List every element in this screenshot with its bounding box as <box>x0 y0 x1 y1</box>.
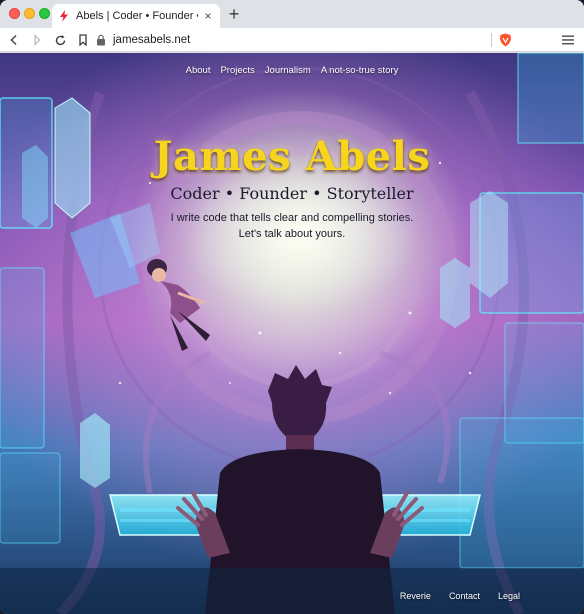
footer-links: Reverie Contact Legal <box>400 591 520 601</box>
address-bar[interactable]: jamesabels.net <box>96 31 526 49</box>
tab-strip: Abels | Coder • Founder • Storyteller × … <box>0 0 584 28</box>
brave-shield-icon <box>499 33 511 47</box>
brave-shield-button[interactable] <box>497 32 513 48</box>
nav-link-not-so-true-story[interactable]: A not-so-true story <box>321 65 399 76</box>
browser-tab[interactable]: Abels | Coder • Founder • Storyteller × <box>52 4 220 28</box>
reload-icon <box>55 34 65 45</box>
footer-link-legal[interactable]: Legal <box>498 591 520 601</box>
hamburger-menu-icon <box>562 35 574 45</box>
url-text: jamesabels.net <box>113 34 191 46</box>
tab-close-icon[interactable]: × <box>202 10 214 22</box>
reload-button[interactable] <box>52 32 68 48</box>
site-nav: About Projects Journalism A not-so-true … <box>0 65 584 76</box>
browser-toolbar: jamesabels.net <box>0 28 584 52</box>
back-button[interactable] <box>6 32 22 48</box>
toolbar-divider <box>491 33 492 47</box>
window-maximize-button[interactable] <box>39 8 50 19</box>
hero-description: I write code that tells clear and compel… <box>170 212 414 240</box>
lightning-favicon-icon <box>60 10 68 22</box>
footer-link-contact[interactable]: Contact <box>449 591 480 601</box>
tab-title: Abels | Coder • Founder • Storyteller <box>76 10 198 22</box>
nav-link-projects[interactable]: Projects <box>220 65 254 76</box>
window-close-button[interactable] <box>9 8 20 19</box>
nav-link-journalism[interactable]: Journalism <box>265 65 311 76</box>
hero-subtitle: Coder • Founder • Storyteller <box>170 184 414 203</box>
footer-link-reverie[interactable]: Reverie <box>400 591 431 601</box>
webpage: About Projects Journalism A not-so-true … <box>0 53 584 614</box>
browser-window: Abels | Coder • Founder • Storyteller × … <box>0 0 584 614</box>
menu-button[interactable] <box>560 32 576 48</box>
bookmark-icon <box>79 34 87 46</box>
hero-title: James Abels <box>153 133 431 180</box>
nav-link-about[interactable]: About <box>186 65 211 76</box>
new-tab-button[interactable]: + <box>225 5 243 23</box>
forward-arrow-icon <box>34 34 41 46</box>
window-minimize-button[interactable] <box>24 8 35 19</box>
bookmark-button[interactable] <box>75 32 91 48</box>
lock-icon <box>97 34 105 46</box>
back-arrow-icon <box>10 35 17 45</box>
forward-button[interactable] <box>29 32 45 48</box>
